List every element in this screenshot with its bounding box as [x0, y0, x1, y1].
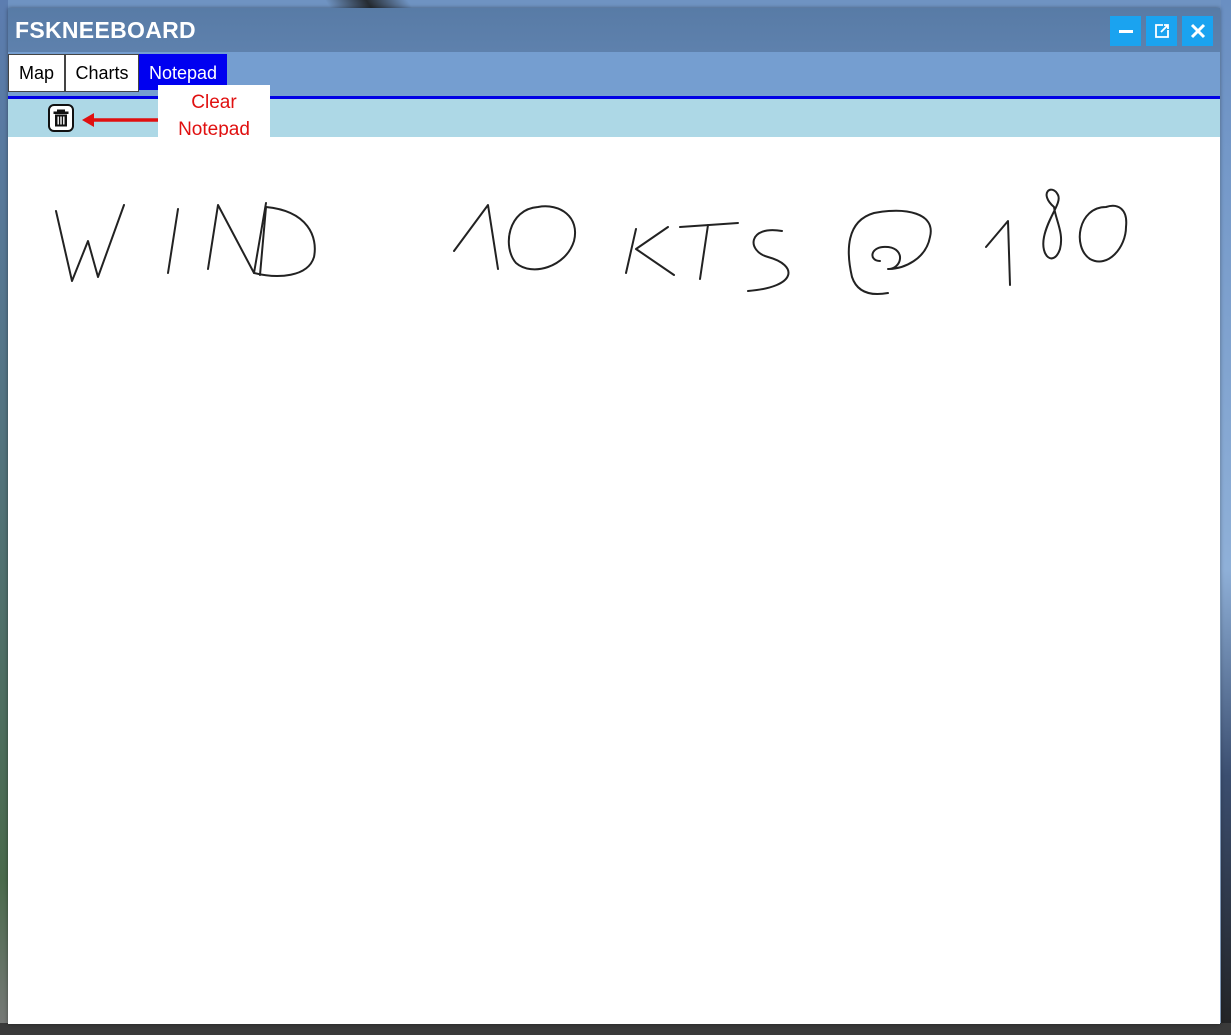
callout-line-1: Clear — [191, 92, 237, 113]
window-title: FSKNEEBOARD — [15, 17, 196, 43]
callout-arrow — [82, 113, 158, 127]
background-ground — [0, 1023, 1231, 1035]
minimize-icon — [1118, 30, 1133, 33]
clear-notepad-button[interactable] — [48, 104, 74, 132]
tab-map[interactable]: Map — [8, 54, 65, 92]
popout-icon — [1154, 24, 1169, 38]
close-button[interactable] — [1182, 16, 1213, 46]
minimize-button[interactable] — [1110, 16, 1141, 46]
tab-charts[interactable]: Charts — [65, 54, 139, 92]
popout-button[interactable] — [1146, 16, 1177, 46]
close-icon — [1190, 23, 1205, 39]
trash-icon — [53, 109, 69, 127]
background-scenery-right — [1221, 0, 1231, 1035]
handwriting-ink — [55, 188, 1128, 295]
background-scenery-left — [0, 0, 8, 1035]
kneeboard-window: FSKNEEBOARD Map Charts Notepad Clear Not… — [8, 8, 1220, 1024]
notepad-canvas[interactable] — [8, 137, 1220, 1024]
title-bar[interactable]: FSKNEEBOARD — [8, 8, 1220, 52]
